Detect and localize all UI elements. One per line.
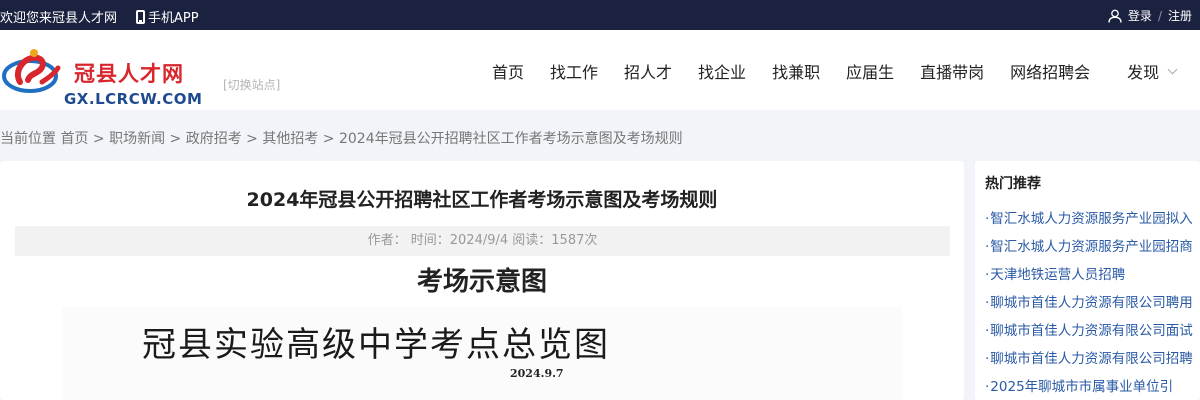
site-logo[interactable]: 冠县人才网 GX.LCRCW.COM [2, 44, 202, 108]
logo-chinese-name: 冠县人才网 [74, 61, 184, 86]
nav-live-recruiting[interactable]: 直播带岗 [920, 59, 984, 83]
register-link[interactable]: 注册 [1168, 7, 1192, 24]
logo-icon [2, 49, 61, 93]
phone-icon [136, 9, 145, 24]
switch-site-link[interactable]: [切换站点] [223, 76, 280, 93]
nav-discover-label: 发现 [1127, 63, 1160, 82]
logo-domain: GX.LCRCW.COM [64, 90, 203, 108]
top-bar: 欢迎您来冠县人才网 手机APP 登录 / 注册 [0, 0, 1200, 30]
nav-online-job-fair[interactable]: 网络招聘会 [1010, 59, 1090, 83]
welcome-text: 欢迎您来冠县人才网 [0, 11, 118, 26]
nav-find-job[interactable]: 找工作 [550, 59, 598, 83]
hot-list: 智汇水城人力资源服务产业园拟入 智汇水城人力资源服务产业园招商 天津地铁运营人员… [985, 207, 1193, 400]
list-item[interactable]: 聊城市首佳人力资源有限公司面试 [985, 319, 1193, 347]
sidebar-title: 热门推荐 [985, 176, 1041, 192]
nav-home[interactable]: 首页 [492, 59, 524, 83]
article-panel: 2024年冠县公开招聘社区工作者考场示意图及考场规则 作者： 时间：2024/9… [0, 161, 964, 400]
list-item[interactable]: 聊城市首佳人力资源有限公司招聘 [985, 347, 1193, 375]
image-date: 2024.9.7 [510, 367, 564, 380]
nav-part-time[interactable]: 找兼职 [772, 59, 820, 83]
breadcrumb: 当前位置 首页 > 职场新闻 > 政府招考 > 其他招考 > 2024年冠县公开… [0, 131, 683, 147]
chevron-down-icon [1167, 64, 1178, 74]
account-separator: / [1157, 8, 1162, 23]
list-item[interactable]: 智汇水城人力资源服务产业园拟入 [985, 207, 1193, 235]
hot-recommend-sidebar: 热门推荐 智汇水城人力资源服务产业园拟入 智汇水城人力资源服务产业园招商 天津地… [975, 161, 1200, 400]
mobile-app-link[interactable]: 手机APP [136, 7, 199, 26]
nav-graduates[interactable]: 应届生 [846, 59, 894, 83]
account-links: 登录 / 注册 [1108, 7, 1192, 24]
article-title: 2024年冠县公开招聘社区工作者考场示意图及考场规则 [246, 189, 718, 211]
main-nav: 首页 找工作 招人才 找企业 找兼职 应届生 直播带岗 网络招聘会 发现 [492, 59, 1178, 83]
exam-site-map-image: 冠县实验高级中学考点总览图 2024.9.7 [62, 307, 902, 400]
list-item[interactable]: 2025年聊城市市属事业单位引 [985, 375, 1193, 400]
list-item[interactable]: 智汇水城人力资源服务产业园招商 [985, 235, 1193, 263]
user-icon [1108, 9, 1122, 23]
site-header: 冠县人才网 GX.LCRCW.COM [切换站点] 首页 找工作 招人才 找企业… [0, 30, 1200, 110]
article-sub-heading: 考场示意图 [416, 267, 547, 297]
list-item[interactable]: 聊城市首佳人力资源有限公司聘用 [985, 291, 1193, 319]
mobile-app-label: 手机APP [148, 11, 199, 26]
image-title: 冠县实验高级中学考点总览图 [142, 325, 610, 365]
nav-recruit[interactable]: 招人才 [624, 59, 672, 83]
nav-discover-dropdown[interactable]: 发现 [1127, 59, 1178, 83]
login-link[interactable]: 登录 [1128, 7, 1152, 24]
article-meta: 作者： 时间：2024/9/4 阅读：1587次 [15, 226, 950, 256]
nav-find-company[interactable]: 找企业 [698, 59, 746, 83]
list-item[interactable]: 天津地铁运营人员招聘 [985, 263, 1193, 291]
